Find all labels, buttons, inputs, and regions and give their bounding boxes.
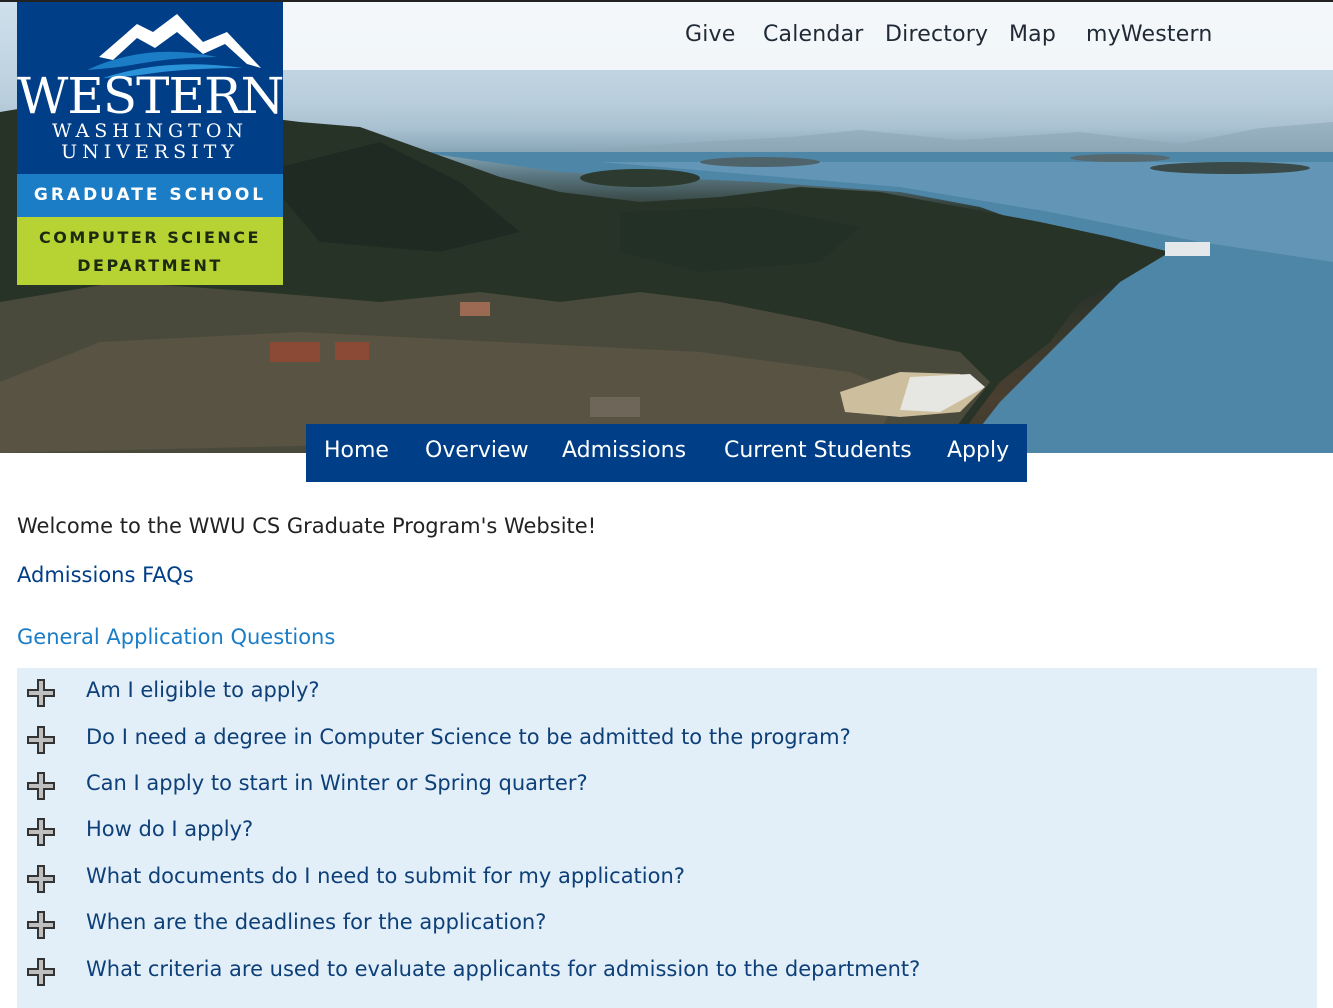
utility-link-mywestern[interactable]: myWestern [1086,22,1212,47]
plus-icon [27,818,55,846]
faq-item-start-quarter[interactable]: Can I apply to start in Winter or Spring… [17,763,1317,807]
plus-icon [27,958,55,986]
logo-word-western: WESTERN [17,67,284,125]
faq-item-criteria[interactable]: What criteria are used to evaluate appli… [17,949,1317,993]
utility-nav: Give Calendar Directory Map myWestern [283,2,1333,70]
faq-question: What criteria are used to evaluate appli… [86,957,921,981]
logo-department: COMPUTER SCIENCE DEPARTMENT [17,217,283,285]
faq-question: Do I need a degree in Computer Science t… [86,725,851,749]
logo-word-washington: WASHINGTON [51,120,249,142]
logo-graduate-school: GRADUATE SCHOOL [17,174,283,217]
welcome-text: Welcome to the WWU CS Graduate Program's… [17,514,597,538]
plus-icon [27,865,55,893]
faq-question: What documents do I need to submit for m… [86,864,685,888]
utility-link-calendar[interactable]: Calendar [763,22,864,47]
nav-apply[interactable]: Apply [947,438,1009,463]
nav-admissions[interactable]: Admissions [562,438,686,463]
logo-wordmark: WESTERN WASHINGTON UNIVERSITY [17,2,284,174]
faq-question: When are the deadlines for the applicati… [86,910,547,934]
page-title: Admissions FAQs [17,563,194,587]
utility-link-give[interactable]: Give [685,22,736,47]
faq-item-deadlines[interactable]: When are the deadlines for the applicati… [17,902,1317,946]
logo-word-university: UNIVERSITY [61,141,239,163]
faq-item-how-apply[interactable]: How do I apply? [17,809,1317,853]
plus-icon [27,726,55,754]
wwu-logo[interactable]: WESTERN WASHINGTON UNIVERSITY GRADUATE S… [17,2,284,285]
logo-dept-line2: DEPARTMENT [77,256,223,275]
main-nav: Home Overview Admissions Current Student… [306,424,1027,482]
nav-current-students[interactable]: Current Students [724,438,912,463]
plus-icon [27,772,55,800]
plus-icon [27,911,55,939]
nav-overview[interactable]: Overview [425,438,529,463]
faq-question: How do I apply? [86,817,254,841]
faq-item-documents[interactable]: What documents do I need to submit for m… [17,856,1317,900]
utility-link-directory[interactable]: Directory [885,22,988,47]
nav-home[interactable]: Home [324,438,389,463]
faq-question: Am I eligible to apply? [86,678,320,702]
utility-link-map[interactable]: Map [1009,22,1056,47]
section-heading: General Application Questions [17,625,336,649]
faq-accordion: Am I eligible to apply? Do I need a degr… [17,668,1317,1008]
logo-dept-line1: COMPUTER SCIENCE [39,228,261,247]
faq-item-eligible[interactable]: Am I eligible to apply? [17,670,1317,714]
faq-item-cs-degree[interactable]: Do I need a degree in Computer Science t… [17,717,1317,761]
faq-question: Can I apply to start in Winter or Spring… [86,771,588,795]
plus-icon [27,679,55,707]
